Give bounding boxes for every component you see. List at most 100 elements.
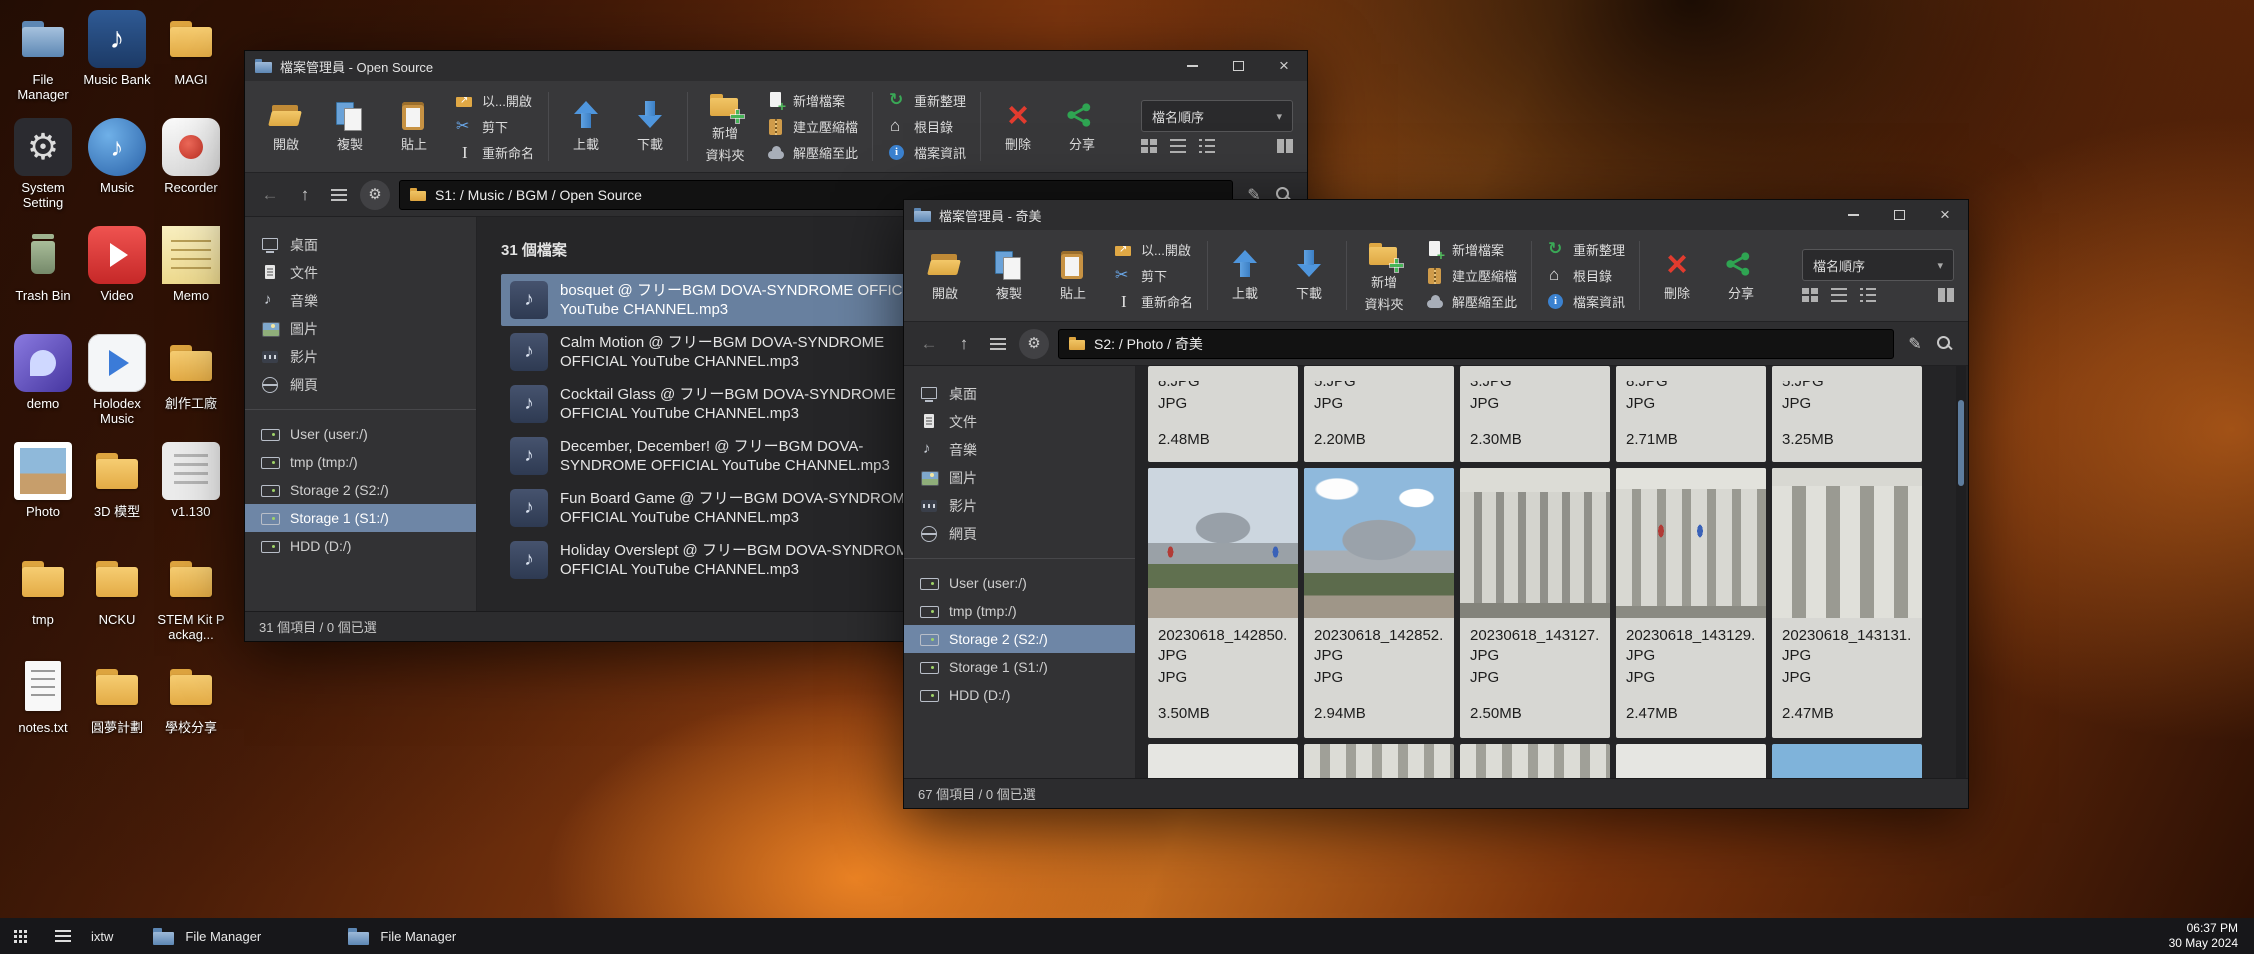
desktop-icon[interactable]: 創作工廠 bbox=[154, 334, 228, 442]
create-archive-button[interactable]: 建立壓縮檔 bbox=[1421, 263, 1521, 288]
desktop-icon[interactable]: Video bbox=[80, 226, 154, 334]
desktop-icon[interactable]: Trash Bin bbox=[6, 226, 80, 334]
file-info-button[interactable]: 檔案資訊 bbox=[1542, 289, 1629, 314]
sidebar-item[interactable]: 文件 bbox=[904, 408, 1135, 436]
extract-here-button[interactable]: 解壓縮至此 bbox=[1421, 289, 1521, 314]
new-folder-button[interactable]: 新增 資料夾 bbox=[694, 86, 756, 167]
taskbar-task[interactable]: File Manager bbox=[330, 918, 525, 954]
photo-card-clipped[interactable]: 5.JPG JPG 3.25MB bbox=[1772, 366, 1922, 462]
sidebar-drive-item[interactable]: HDD (D:/) bbox=[904, 681, 1135, 709]
desktop-icon[interactable]: System Setting bbox=[6, 118, 80, 226]
paste-button[interactable]: 貼上 bbox=[383, 86, 445, 167]
close-button[interactable]: × bbox=[1922, 200, 1968, 230]
new-file-button[interactable]: 新增檔案 bbox=[762, 88, 862, 113]
photo-card-clipped[interactable]: 8.JPG JPG 2.48MB bbox=[1148, 366, 1298, 462]
open-button[interactable]: 開啟 bbox=[255, 86, 317, 167]
open-button[interactable]: 開啟 bbox=[914, 235, 976, 316]
sidebar-drive-item[interactable]: Storage 2 (S2:/) bbox=[245, 476, 476, 504]
edit-path-icon[interactable]: ✎ bbox=[1903, 334, 1927, 354]
desktop-icon[interactable]: Music Bank bbox=[80, 10, 154, 118]
download-button[interactable]: 下載 bbox=[1278, 235, 1340, 316]
share-button[interactable]: 分享 bbox=[1051, 86, 1113, 167]
sidebar-drive-item[interactable]: Storage 2 (S2:/) bbox=[904, 625, 1135, 653]
view-columns-button[interactable] bbox=[1938, 288, 1954, 302]
start-button[interactable] bbox=[0, 918, 41, 954]
upload-button[interactable]: 上載 bbox=[1214, 235, 1276, 316]
back-button[interactable]: ← bbox=[916, 334, 942, 354]
root-button[interactable]: 根目錄 bbox=[1542, 263, 1629, 288]
up-button[interactable]: ↑ bbox=[292, 185, 318, 205]
rename-button[interactable]: 重新命名 bbox=[1110, 289, 1197, 314]
photo-card-clipped[interactable]: 8.JPG JPG 2.71MB bbox=[1616, 366, 1766, 462]
desktop-icon[interactable]: Recorder bbox=[154, 118, 228, 226]
copy-button[interactable]: 複製 bbox=[319, 86, 381, 167]
view-list-button[interactable] bbox=[1170, 139, 1186, 153]
photo-card-clipped[interactable]: 5.JPG JPG 2.20MB bbox=[1304, 366, 1454, 462]
desktop-icon[interactable]: NCKU bbox=[80, 550, 154, 658]
path-field[interactable]: S2: / Photo / 奇美 bbox=[1058, 329, 1894, 359]
desktop-icon[interactable]: Memo bbox=[154, 226, 228, 334]
sidebar-drive-item[interactable]: HDD (D:/) bbox=[245, 532, 476, 560]
new-folder-button[interactable]: 新增 資料夾 bbox=[1353, 235, 1415, 316]
sidebar-item[interactable]: 影片 bbox=[245, 343, 476, 371]
delete-button[interactable]: 刪除 bbox=[987, 86, 1049, 167]
photo-card-partial[interactable] bbox=[1460, 744, 1610, 778]
minimize-button[interactable] bbox=[1169, 51, 1215, 81]
delete-button[interactable]: 刪除 bbox=[1646, 235, 1708, 316]
settings-gear-button[interactable]: ⚙ bbox=[1019, 329, 1049, 359]
photo-card[interactable]: 20230618_143129.JPG JPG 2.47MB bbox=[1616, 468, 1766, 738]
sidebar-item[interactable]: 圖片 bbox=[904, 464, 1135, 492]
sidebar-drive-item[interactable]: tmp (tmp:/) bbox=[904, 597, 1135, 625]
photo-card[interactable]: 20230618_143127.JPG JPG 2.50MB bbox=[1460, 468, 1610, 738]
scrollbar-track[interactable] bbox=[1956, 366, 1966, 778]
titlebar[interactable]: 檔案管理員 - 奇美 × bbox=[904, 200, 1968, 230]
sidebar-drive-item[interactable]: tmp (tmp:/) bbox=[245, 448, 476, 476]
desktop-icon[interactable]: File Manager bbox=[6, 10, 80, 118]
sidebar-item[interactable]: 文件 bbox=[245, 259, 476, 287]
menu-icon[interactable] bbox=[331, 189, 347, 201]
photo-card[interactable]: 20230618_143131.JPG JPG 2.47MB bbox=[1772, 468, 1922, 738]
up-button[interactable]: ↑ bbox=[951, 334, 977, 354]
search-icon[interactable] bbox=[1936, 335, 1954, 353]
clock[interactable]: 06:37 PM 30 May 2024 bbox=[2153, 921, 2254, 951]
cut-button[interactable]: 剪下 bbox=[451, 114, 538, 139]
desktop-icon[interactable]: Photo bbox=[6, 442, 80, 550]
taskbar-task[interactable]: File Manager bbox=[135, 918, 330, 954]
maximize-button[interactable] bbox=[1215, 51, 1261, 81]
view-detail-button[interactable] bbox=[1199, 139, 1215, 153]
desktop-icon[interactable]: Holodex Music bbox=[80, 334, 154, 442]
photo-card-partial[interactable] bbox=[1304, 744, 1454, 778]
photo-card[interactable]: 20230618_142852.JPG JPG 2.94MB bbox=[1304, 468, 1454, 738]
file-info-button[interactable]: 檔案資訊 bbox=[883, 140, 970, 165]
task-list-button[interactable] bbox=[41, 918, 85, 954]
paste-button[interactable]: 貼上 bbox=[1042, 235, 1104, 316]
rename-button[interactable]: 重新命名 bbox=[451, 140, 538, 165]
photo-card-clipped[interactable]: 3.JPG JPG 2.30MB bbox=[1460, 366, 1610, 462]
desktop-icon[interactable]: v1.130 bbox=[154, 442, 228, 550]
sidebar-drive-item[interactable]: User (user:/) bbox=[904, 569, 1135, 597]
sidebar-item[interactable]: 桌面 bbox=[245, 231, 476, 259]
sidebar-drive-item[interactable]: Storage 1 (S1:/) bbox=[904, 653, 1135, 681]
sidebar-item[interactable]: 影片 bbox=[904, 492, 1135, 520]
refresh-button[interactable]: 重新整理 bbox=[883, 88, 970, 113]
sidebar-item[interactable]: 音樂 bbox=[904, 436, 1135, 464]
desktop-icon[interactable]: MAGI bbox=[154, 10, 228, 118]
root-button[interactable]: 根目錄 bbox=[883, 114, 970, 139]
desktop-icon[interactable]: STEM Kit P ackag... bbox=[154, 550, 228, 658]
cut-button[interactable]: 剪下 bbox=[1110, 263, 1197, 288]
photo-card-partial[interactable] bbox=[1772, 744, 1922, 778]
sort-order-dropdown[interactable]: 檔名順序 ▾ bbox=[1802, 249, 1954, 281]
photo-card[interactable]: 20230618_142850.JPG JPG 3.50MB bbox=[1148, 468, 1298, 738]
upload-button[interactable]: 上載 bbox=[555, 86, 617, 167]
download-button[interactable]: 下載 bbox=[619, 86, 681, 167]
sidebar-item[interactable]: 網頁 bbox=[245, 371, 476, 399]
photo-card-partial[interactable] bbox=[1148, 744, 1298, 778]
view-grid-button[interactable] bbox=[1141, 139, 1157, 153]
sidebar-item[interactable]: 圖片 bbox=[245, 315, 476, 343]
desktop-icon[interactable]: demo bbox=[6, 334, 80, 442]
desktop-icon[interactable]: notes.txt bbox=[6, 658, 80, 766]
sidebar-drive-item[interactable]: Storage 1 (S1:/) bbox=[245, 504, 476, 532]
scrollbar-thumb[interactable] bbox=[1958, 400, 1964, 486]
new-file-button[interactable]: 新增檔案 bbox=[1421, 237, 1521, 262]
extract-here-button[interactable]: 解壓縮至此 bbox=[762, 140, 862, 165]
